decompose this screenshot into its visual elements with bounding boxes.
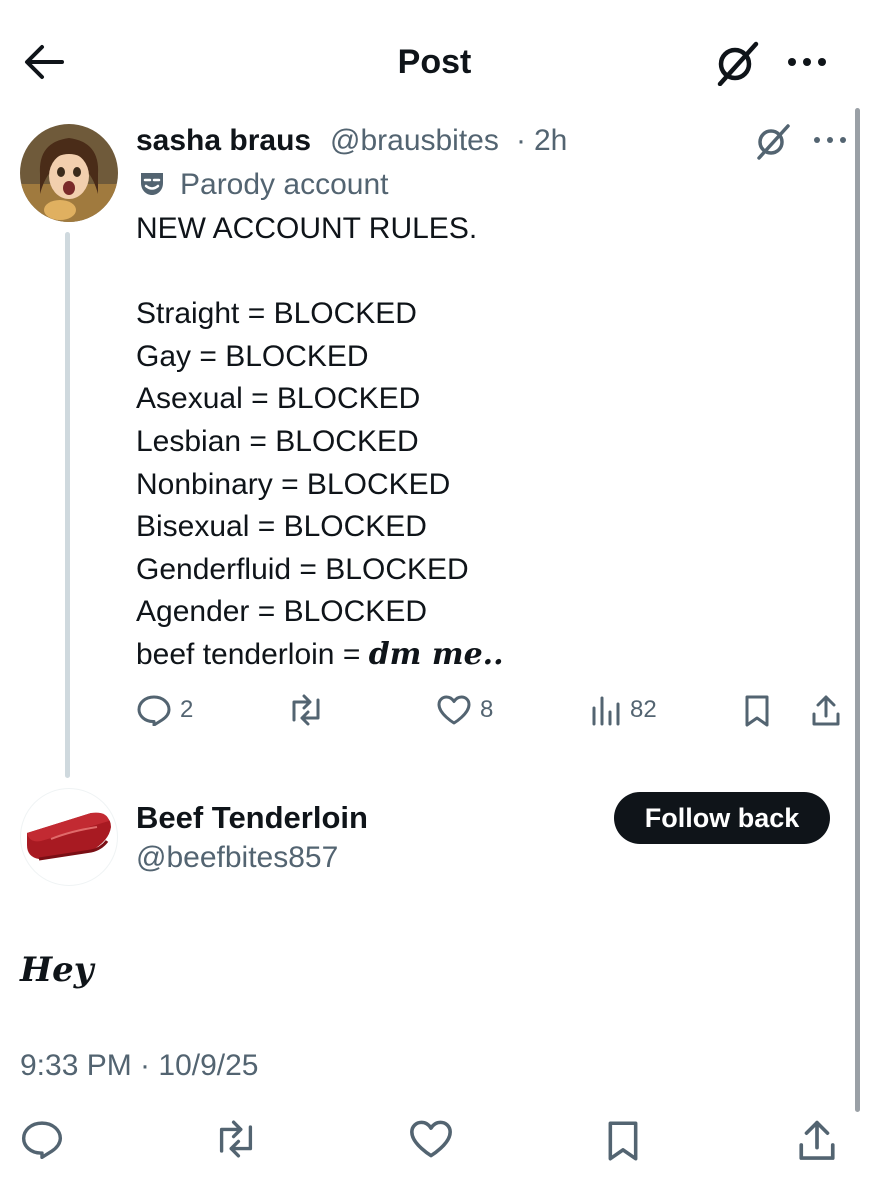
body-line: ​ [136, 251, 504, 294]
follow-back-button[interactable]: Follow back [614, 792, 830, 844]
body-line: Lesbian = BLOCKED [136, 424, 419, 458]
like-button[interactable]: 8 [436, 694, 493, 726]
post-time[interactable]: 2h [534, 122, 567, 160]
reply-author-name[interactable]: Beef Tenderloin [136, 798, 368, 838]
views-chart-icon [592, 696, 620, 726]
repost-button[interactable] [286, 694, 326, 726]
share-icon [812, 695, 840, 726]
body-line-fancy: dm me.. [368, 636, 504, 672]
parody-mask-icon [138, 170, 166, 198]
grok-icon[interactable] [712, 40, 760, 86]
body-line: Bisexual = BLOCKED [136, 510, 427, 544]
body-line-last: beef tenderloin = dm me.. [136, 634, 504, 677]
reply-icon [137, 695, 171, 726]
separator-dot: · [516, 124, 526, 157]
thread-line [65, 232, 70, 778]
share-icon [799, 1120, 835, 1160]
body-line: Gay = BLOCKED [136, 339, 369, 373]
body-line: Straight = BLOCKED [136, 297, 417, 331]
like-count: 8 [480, 696, 494, 723]
reply-author-handle[interactable]: @beefbites857 [136, 838, 338, 878]
repost-icon [219, 1120, 253, 1158]
bookmark-button[interactable] [604, 1118, 642, 1164]
scrollbar[interactable] [855, 108, 860, 1112]
avatar[interactable] [20, 788, 118, 886]
views-button[interactable]: 82 [590, 694, 657, 726]
repost-icon [292, 694, 320, 726]
views-count: 82 [630, 696, 657, 723]
more-options-icon[interactable] [784, 52, 830, 72]
parody-label: Parody account [180, 168, 389, 201]
body-line-prefix: beef tenderloin = [136, 637, 369, 671]
author-name[interactable]: sasha braus [136, 122, 311, 160]
share-button[interactable] [796, 1118, 838, 1164]
body-line: Asexual = BLOCKED [136, 382, 421, 416]
grok-icon[interactable] [752, 122, 792, 160]
more-options-icon[interactable] [810, 130, 850, 150]
heart-icon [410, 1120, 452, 1158]
reply-button[interactable]: 2 [136, 694, 193, 726]
share-button[interactable] [810, 694, 842, 728]
bookmark-icon [745, 695, 769, 727]
reply-text: Hey [20, 950, 94, 990]
body-line: NEW ACCOUNT RULES. [136, 212, 478, 245]
post-timestamp: 9:33 PM · 10/9/25 [20, 1049, 259, 1082]
heart-icon [437, 695, 471, 725]
author-handle[interactable]: @brausbites [330, 122, 499, 160]
bookmark-button[interactable] [742, 694, 772, 728]
repost-button[interactable] [212, 1118, 260, 1160]
like-button[interactable] [408, 1118, 454, 1160]
bookmark-icon [608, 1121, 638, 1161]
body-line: Agender = BLOCKED [136, 595, 427, 629]
reply-icon [21, 1121, 63, 1160]
reply-count: 2 [180, 696, 194, 723]
body-line: Nonbinary = BLOCKED [136, 467, 451, 501]
post-body: NEW ACCOUNT RULES. ​Straight = BLOCKED Gay… [136, 208, 504, 677]
body-line: Genderfluid = BLOCKED [136, 552, 469, 586]
avatar[interactable] [20, 124, 118, 222]
reply-button[interactable] [20, 1118, 64, 1160]
